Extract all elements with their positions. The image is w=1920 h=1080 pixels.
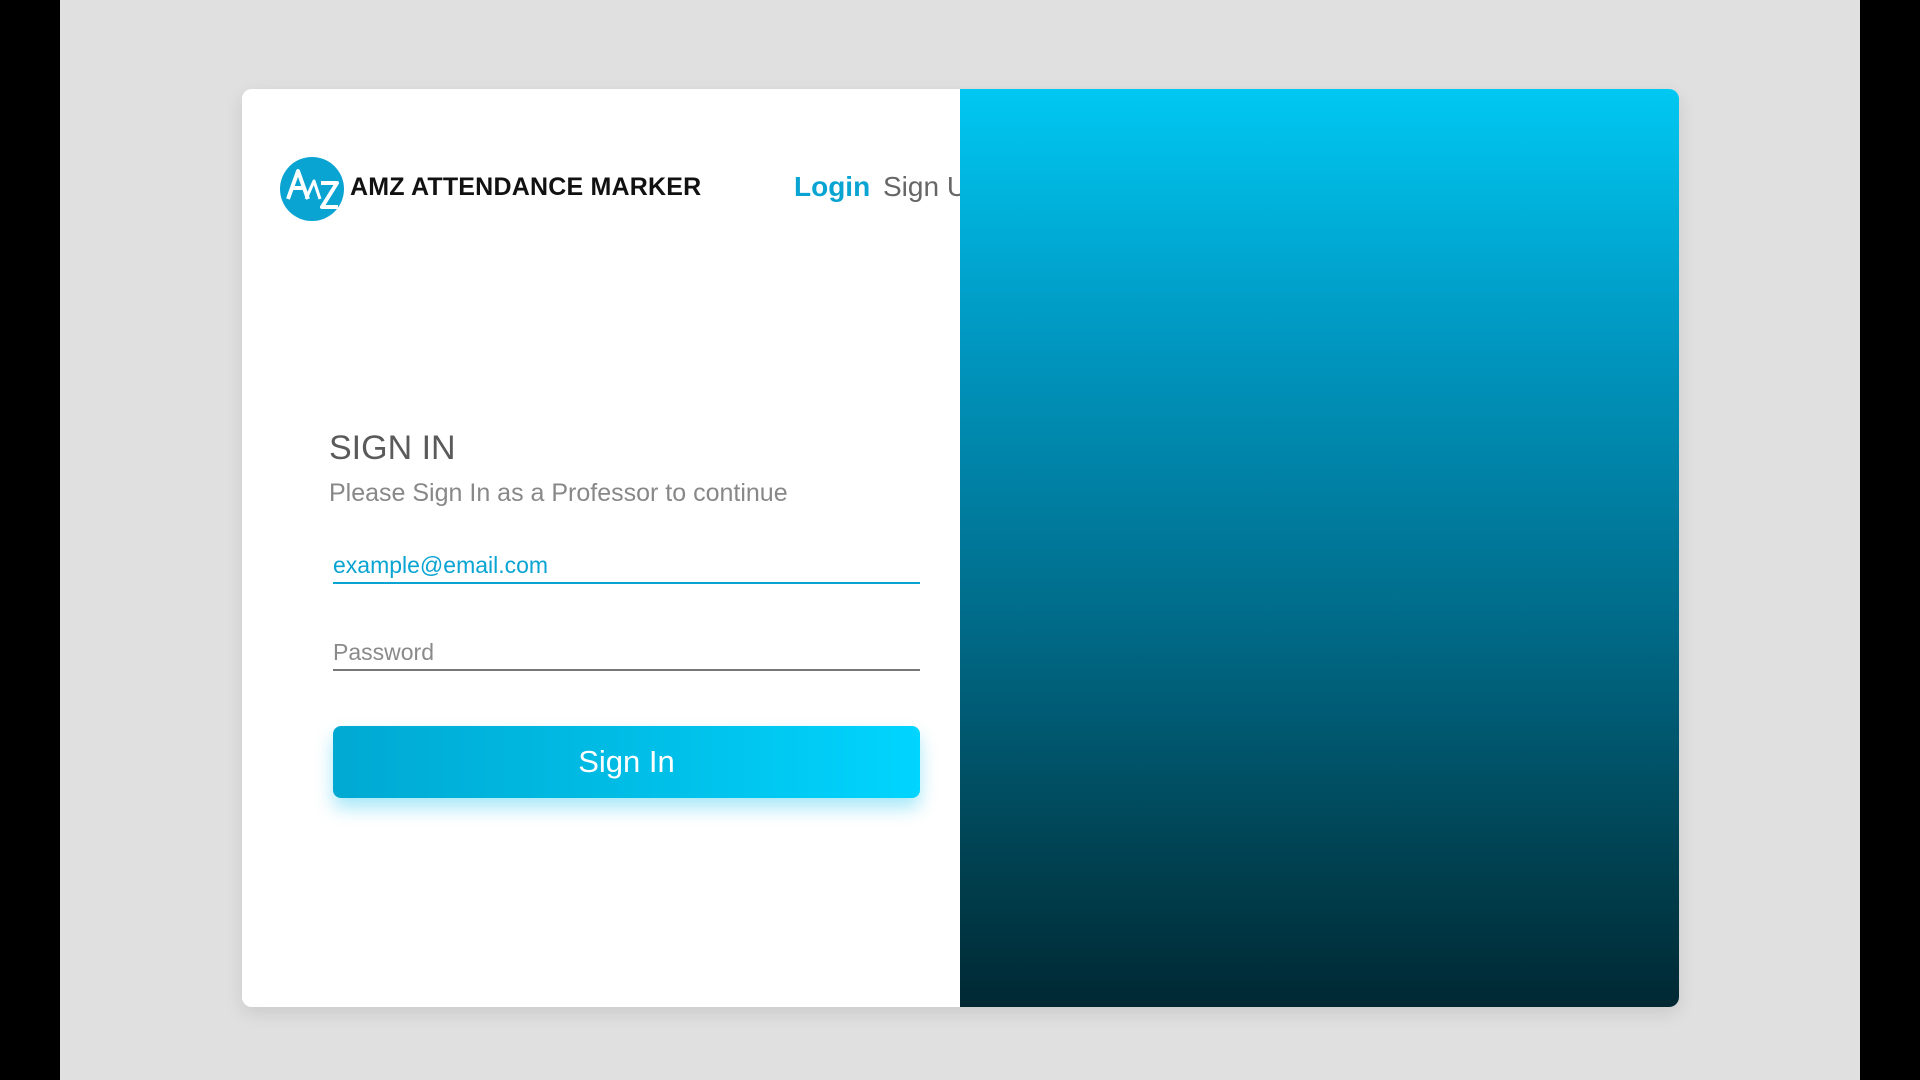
brand-name: AMZ ATTENDANCE MARKER [350, 173, 702, 201]
email-input[interactable] [333, 550, 920, 584]
password-input[interactable] [333, 637, 920, 671]
form-subtitle: Please Sign In as a Professor to continu… [329, 479, 788, 507]
login-card: AMZ ATTENDANCE MARKER Login Sign Up SIGN… [242, 89, 1679, 1007]
nav-login-link[interactable]: Login [794, 171, 870, 203]
form-panel: AMZ ATTENDANCE MARKER Login Sign Up SIGN… [242, 89, 983, 1007]
sign-in-button[interactable]: Sign In [333, 726, 920, 798]
gradient-panel [960, 89, 1679, 1007]
form-title: SIGN IN [329, 429, 456, 467]
amz-logo-icon [280, 157, 344, 221]
page-background: AMZ ATTENDANCE MARKER Login Sign Up SIGN… [60, 0, 1860, 1080]
